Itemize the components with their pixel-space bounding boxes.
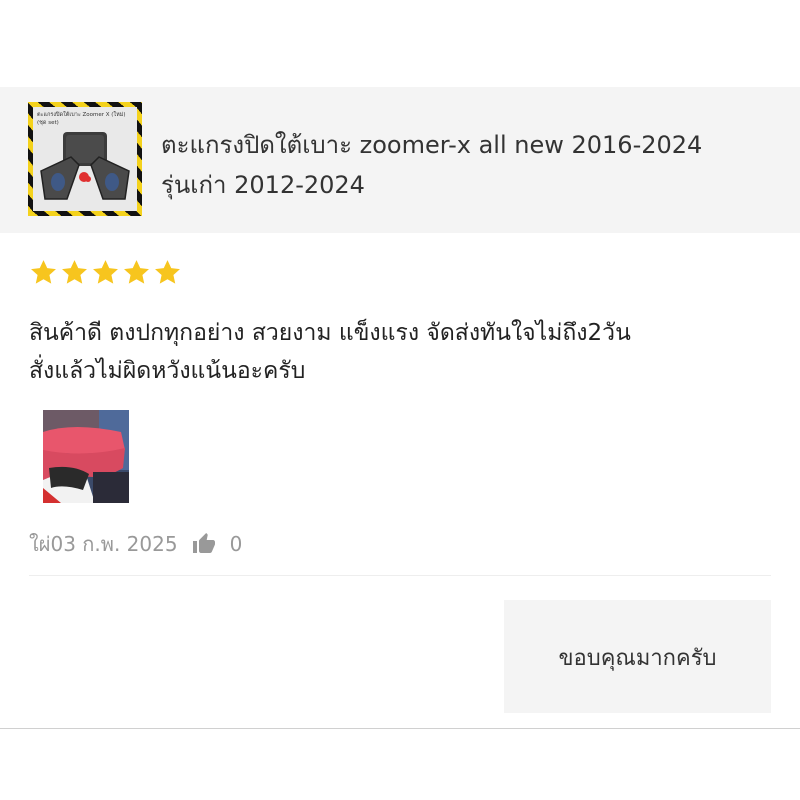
- divider: [29, 575, 771, 576]
- star-icon: [124, 260, 149, 284]
- product-title-line1: ตะแกรงปิดใต้เบาะ zoomer-x all new 2016-2…: [161, 131, 703, 159]
- thumb-subcaption: (ชุด set): [37, 119, 59, 126]
- review-text-line2: สั่งแล้วไม่ผิดหวังแน้นอะครับ: [29, 358, 306, 384]
- star-icon: [155, 260, 180, 284]
- seller-reply-box: ขอบคุณมากครับ: [504, 600, 771, 713]
- review-photo[interactable]: [43, 410, 129, 503]
- review-text-line1: สินค้าดี ตงปกทุกอย่าง สวยงาม แข็งแรง จัด…: [29, 320, 631, 346]
- star-icon: [93, 260, 118, 284]
- product-thumbnail[interactable]: ตะแกรงปิดใต้เบาะ Zoomer X (ใหม่) (ชุด se…: [28, 102, 142, 216]
- review-date: ใผ่03 ก.พ. 2025: [29, 532, 178, 556]
- star-icon: [62, 260, 87, 284]
- review-meta: ใผ่03 ก.พ. 2025 0: [29, 529, 242, 559]
- star-rating: [29, 258, 182, 287]
- review-photo-image: [43, 410, 129, 503]
- like-count: 0: [229, 532, 243, 556]
- product-image: ตะแกรงปิดใต้เบาะ Zoomer X (ใหม่) (ชุด se…: [33, 107, 137, 211]
- star-icon: [31, 260, 56, 284]
- bottom-divider: [0, 728, 800, 729]
- seller-reply-text: ขอบคุณมากครับ: [558, 646, 717, 671]
- thumb-caption: ตะแกรงปิดใต้เบาะ Zoomer X (ใหม่): [37, 111, 126, 118]
- product-title[interactable]: ตะแกรงปิดใต้เบาะ zoomer-x all new 2016-2…: [161, 125, 781, 205]
- product-title-line2: รุ่นเก่า 2012-2024: [161, 171, 365, 199]
- thumbs-up-icon[interactable]: [192, 532, 216, 556]
- review-text: สินค้าดี ตงปกทุกอย่าง สวยงาม แข็งแรง จัด…: [29, 314, 779, 390]
